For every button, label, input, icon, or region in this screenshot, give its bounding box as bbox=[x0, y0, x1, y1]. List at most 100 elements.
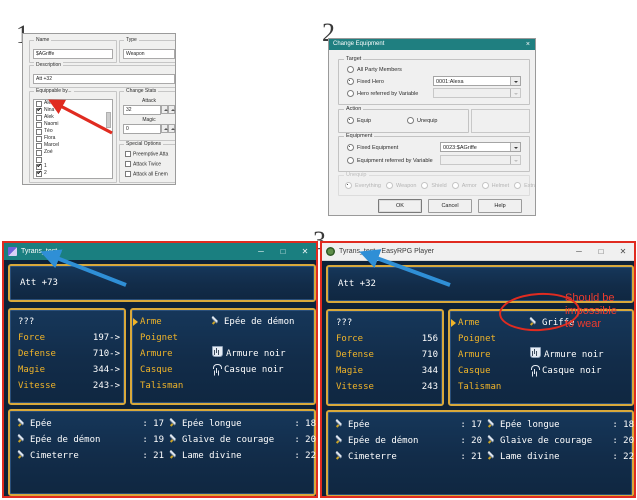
maximize-icon[interactable]: □ bbox=[590, 243, 612, 260]
stat-label: Vitesse bbox=[18, 381, 56, 391]
attack-stepper[interactable] bbox=[168, 105, 175, 114]
radio-all-party-members[interactable]: All Party Members bbox=[347, 66, 402, 73]
ok-button[interactable]: OK bbox=[378, 199, 422, 213]
right-item-list-window[interactable]: Epée: 17 Epée longue: 18 Epée de démon: 20… bbox=[326, 410, 634, 496]
equipment-row[interactable]: Armure Armure noir bbox=[140, 346, 312, 362]
item-list-entry[interactable]: Cimeterre: 21 bbox=[18, 449, 164, 463]
description-group: Description Att +32 bbox=[29, 62, 175, 88]
item-count: : 20 bbox=[294, 435, 316, 445]
radio-equip[interactable]: Equip bbox=[347, 117, 371, 124]
equipment-row[interactable]: Casque Casque noir bbox=[458, 363, 630, 379]
item-list-entry[interactable]: Glaive de courage: 20 bbox=[170, 433, 316, 447]
equipment-variable-select[interactable] bbox=[440, 155, 521, 165]
item-name: Glaive de courage bbox=[500, 436, 593, 446]
magic-spinner[interactable] bbox=[161, 124, 168, 133]
equipment-row[interactable]: Casque Casque noir bbox=[140, 362, 312, 378]
item-list-entry[interactable]: Epée: 17 bbox=[336, 418, 482, 432]
stat-label: Defense bbox=[336, 350, 374, 360]
equipment-slot-label: Armure bbox=[140, 349, 173, 359]
checkbox-icon[interactable] bbox=[36, 142, 42, 149]
type-input[interactable]: Weapon bbox=[123, 49, 175, 59]
stat-value: 710 bbox=[421, 350, 438, 360]
equipment-select[interactable]: 0023:$AGriffe bbox=[440, 142, 521, 152]
attack-spinner[interactable] bbox=[161, 105, 168, 114]
stat-value: 243 bbox=[421, 382, 438, 392]
hero-select[interactable]: 0001:Alexa bbox=[433, 76, 521, 86]
item-list-entry[interactable]: Glaive de courage: 20 bbox=[488, 434, 634, 448]
item-list-entry[interactable]: Epée: 17 bbox=[18, 417, 164, 431]
chevron-down-icon-equipment[interactable] bbox=[510, 143, 520, 151]
cancel-button[interactable]: Cancel bbox=[428, 199, 472, 213]
equipment-row[interactable]: Poignet bbox=[140, 330, 312, 346]
checkbox-icon[interactable] bbox=[125, 151, 131, 157]
equippable-list-item[interactable]: Zoé bbox=[34, 149, 112, 156]
help-button[interactable]: Help bbox=[478, 199, 522, 213]
item-list-entry[interactable]: Epée longue: 18 bbox=[170, 417, 316, 431]
equipment-item-text: Armure noir bbox=[544, 350, 604, 360]
left-item-list-window[interactable]: Epée: 17 Epée longue: 18 Epée de démon: 19… bbox=[8, 409, 316, 496]
item-list-entry[interactable]: Epée de démon: 19 bbox=[18, 433, 164, 447]
checkbox-icon[interactable] bbox=[125, 161, 131, 167]
sword-icon bbox=[170, 434, 179, 443]
radio-equipment-by-variable[interactable]: Equipment referred by Variable bbox=[347, 157, 433, 164]
checkbox-icon[interactable] bbox=[36, 170, 42, 177]
hero-variable-select[interactable] bbox=[433, 88, 521, 98]
left-equipment-window[interactable]: Arme Epée de démon Poignet Armure Armure noi… bbox=[130, 308, 316, 405]
item-list-entry[interactable]: Epée de démon: 20 bbox=[336, 434, 482, 448]
item-count: : 21 bbox=[460, 452, 482, 462]
close-icon[interactable]: × bbox=[526, 39, 535, 50]
type-group-label: Type bbox=[124, 37, 139, 43]
radio-hero-by-variable[interactable]: Hero referred by Variable bbox=[347, 90, 418, 97]
item-count: : 22 bbox=[294, 451, 316, 461]
selection-cursor-icon bbox=[133, 318, 138, 326]
magic-stepper[interactable] bbox=[168, 124, 175, 133]
checkbox-icon[interactable] bbox=[125, 171, 131, 177]
minimize-icon[interactable]: ─ bbox=[250, 243, 272, 260]
radio-unequip[interactable]: Unequip bbox=[407, 117, 438, 124]
item-list-entry[interactable]: Cimeterre: 21 bbox=[336, 450, 482, 464]
item-list-entry[interactable]: Epée longue: 18 bbox=[488, 418, 634, 432]
helmet-icon bbox=[212, 364, 222, 373]
radio-fixed-equipment[interactable]: Fixed Equipment bbox=[347, 144, 398, 151]
special-option-row[interactable]: Attack Twice bbox=[125, 161, 161, 167]
equipment-row[interactable]: Talisman bbox=[458, 379, 630, 395]
equippable-list-item[interactable]: 1 bbox=[34, 163, 112, 170]
name-group-label: Name bbox=[34, 37, 52, 43]
magic-value-input[interactable]: 0 bbox=[123, 124, 161, 134]
equippable-list-item[interactable] bbox=[34, 156, 112, 163]
special-options-group: Special Options Preemptive Atta Attack Tw… bbox=[119, 141, 175, 183]
right-stats-window: ??? Force 156 Defense 710 Magie 344 Vitesse 243 bbox=[326, 309, 444, 406]
sword-icon bbox=[18, 434, 27, 443]
equippable-list-item-label: 2 bbox=[44, 170, 47, 176]
sword-icon bbox=[170, 450, 179, 459]
item-list-entry[interactable]: Lame divine: 22 bbox=[170, 449, 316, 463]
stat-label: Magie bbox=[18, 365, 46, 375]
equipment-row[interactable]: Armure Armure noir bbox=[458, 347, 630, 363]
close-icon[interactable]: ✕ bbox=[294, 243, 316, 260]
sword-icon bbox=[170, 418, 179, 427]
unequip-group: Unequip Everything Weapon Shield Armor Helme… bbox=[338, 172, 535, 196]
equipment-row[interactable]: Poignet bbox=[458, 331, 630, 347]
equipment-row[interactable]: Arme Epée de démon bbox=[133, 314, 312, 330]
special-option-row[interactable]: Preemptive Atta bbox=[125, 151, 168, 157]
maximize-icon[interactable]: □ bbox=[272, 243, 294, 260]
name-input[interactable]: $AGriffe bbox=[33, 49, 113, 59]
chevron-down-icon[interactable] bbox=[510, 77, 520, 85]
equippable-list-item[interactable]: 2 bbox=[34, 170, 112, 177]
item-list-entry[interactable]: Lame divine: 22 bbox=[488, 450, 634, 464]
radio-icon-unequip-option bbox=[345, 182, 352, 189]
radio-icon-all-party bbox=[347, 66, 354, 73]
equipment-slot-label: Casque bbox=[458, 366, 491, 376]
equippable-list-item[interactable]: Marcel bbox=[34, 142, 112, 149]
sword-icon bbox=[18, 418, 27, 427]
checkbox-icon[interactable] bbox=[36, 149, 42, 156]
close-icon[interactable]: ✕ bbox=[612, 243, 634, 260]
description-input[interactable]: Att +32 bbox=[33, 74, 175, 84]
dialog-titlebar[interactable]: Change Equipment × bbox=[329, 39, 535, 50]
minimize-icon[interactable]: ─ bbox=[568, 243, 590, 260]
special-option-row[interactable]: Attack all Enem bbox=[125, 171, 168, 177]
equipment-row[interactable]: Talisman bbox=[140, 378, 312, 394]
attack-value-input[interactable]: 32 bbox=[123, 105, 161, 115]
chevron-down-icon-equipment-variable bbox=[510, 156, 520, 164]
radio-fixed-hero[interactable]: Fixed Hero bbox=[347, 78, 384, 85]
